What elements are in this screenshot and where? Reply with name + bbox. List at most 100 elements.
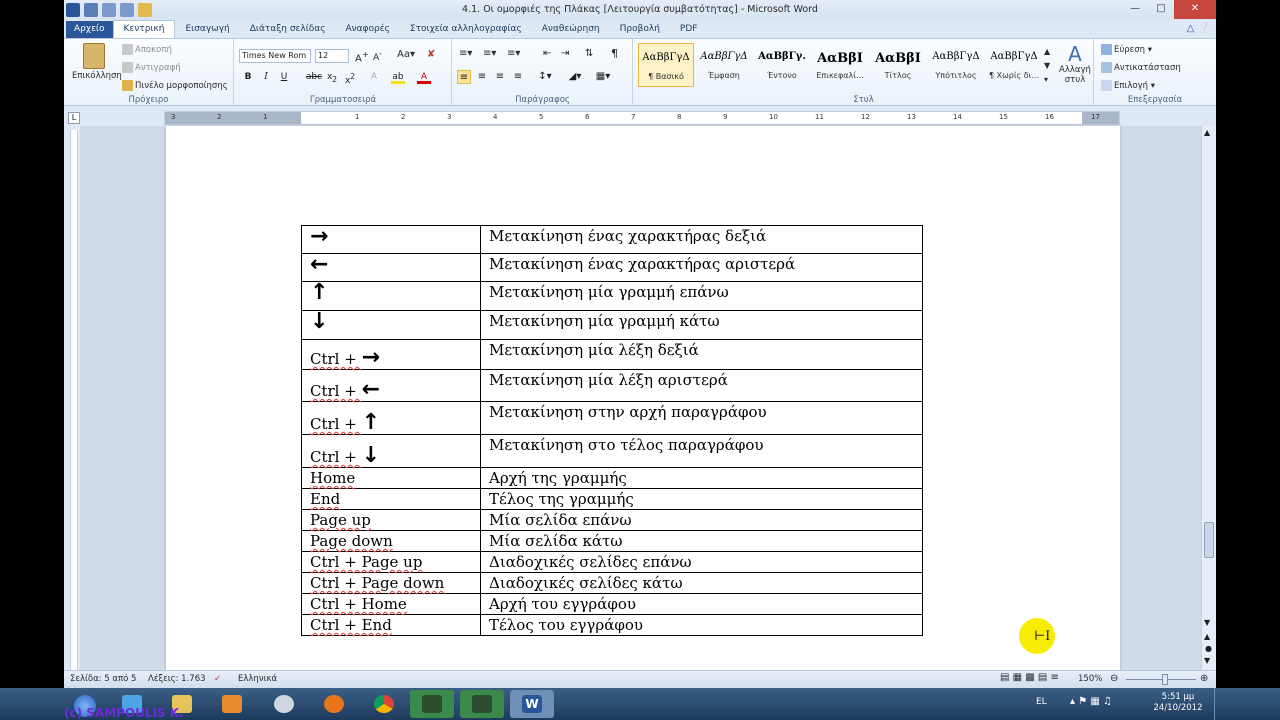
table-cell-key[interactable]: Ctrl + ↓ (301, 434, 481, 468)
table-cell-desc[interactable]: Μετακίνηση μία γραμμή επάνω (480, 281, 923, 311)
scroll-up-icon[interactable]: ▲ (1204, 128, 1210, 137)
style-heading[interactable]: ΑαΒβΙ Επικεφαλί... (812, 43, 868, 87)
word-count[interactable]: Λέξεις: 1.763 (148, 674, 206, 684)
tab-mailings[interactable]: Στοιχεία αλληλογραφίας (400, 21, 532, 38)
table-cell-desc[interactable]: Αρχή της γραμμής (480, 467, 923, 489)
text-effects-icon[interactable]: A (367, 70, 381, 84)
table-cell-key[interactable]: Ctrl + ← (301, 369, 481, 402)
style-normal[interactable]: ΑαΒβΓγΔ ¶ Βασικό (638, 43, 694, 87)
subscript-button[interactable]: x2 (325, 70, 339, 84)
bullets-icon[interactable]: ≡▾ (459, 48, 472, 59)
show-marks-icon[interactable]: ¶ (611, 47, 618, 60)
italic-button[interactable]: I (259, 70, 273, 84)
table-cell-key[interactable]: Home (301, 467, 481, 489)
clear-format-icon[interactable]: ✘ (427, 49, 435, 60)
taskbar-firefox[interactable] (312, 690, 356, 718)
browse-object-icon[interactable]: ● (1205, 644, 1212, 653)
next-page-icon[interactable]: ▼ (1204, 656, 1210, 665)
taskbar-recorder-2[interactable] (460, 690, 504, 718)
show-desktop-button[interactable] (1214, 688, 1226, 720)
tab-page-layout[interactable]: Διάταξη σελίδας (240, 21, 336, 38)
zoom-level[interactable]: 150% (1078, 674, 1102, 684)
borders-icon[interactable]: ▦▾ (593, 70, 613, 84)
superscript-button[interactable]: x2 (343, 70, 357, 86)
table-cell-key[interactable]: Ctrl + Home (301, 593, 481, 615)
table-cell-desc[interactable]: Μετακίνηση ένας χαρακτήρας αριστερά (480, 253, 923, 282)
align-left-icon[interactable]: ≡ (457, 70, 471, 84)
table-cell-key[interactable]: ← (301, 253, 481, 282)
grow-font-button[interactable]: A+ (355, 49, 369, 64)
page-count[interactable]: Σελίδα: 5 από 5 (70, 674, 136, 684)
table-cell-key[interactable]: Page up (301, 509, 481, 531)
document-page[interactable]: → Μετακίνηση ένας χαρακτήρας δεξιά ← Μετ… (166, 126, 1120, 670)
table-cell-desc[interactable]: Αρχή του εγγράφου (480, 593, 923, 615)
close-icon[interactable]: ✕ (1174, 0, 1216, 19)
horizontal-ruler[interactable]: 3 2 1 1 2 3 4 5 6 7 8 9 10 11 12 13 14 1… (164, 111, 1120, 125)
find-button[interactable]: Εύρεση ▾ (1101, 44, 1152, 55)
paste-button[interactable]: Επικόλληση (72, 43, 122, 81)
style-subtitle[interactable]: ΑαΒβΓγΔ Υπότιτλος (928, 43, 984, 87)
scroll-thumb[interactable] (1204, 522, 1214, 558)
zoom-slider[interactable] (1126, 679, 1196, 680)
sort-icon[interactable]: ⇅ (585, 48, 593, 59)
tab-review[interactable]: Αναθεώρηση (532, 21, 610, 38)
strikethrough-button[interactable]: abc (305, 70, 323, 84)
table-cell-desc[interactable]: Μία σελίδα επάνω (480, 509, 923, 531)
font-name-combo[interactable]: Times New Rom (239, 49, 311, 63)
help-icon[interactable]: △ ❔ (1187, 23, 1210, 34)
table-cell-desc[interactable]: Διαδοχικές σελίδες κάτω (480, 572, 923, 594)
tab-insert[interactable]: Εισαγωγή (175, 21, 239, 38)
replace-button[interactable]: Αντικατάσταση (1101, 62, 1181, 73)
table-cell-desc[interactable]: Τέλος του εγγράφου (480, 614, 923, 636)
vertical-ruler[interactable] (70, 130, 78, 670)
shading-icon[interactable]: ◢▾ (565, 70, 585, 84)
taskbar-media[interactable] (210, 690, 254, 718)
tab-home[interactable]: Κεντρική (112, 20, 176, 38)
increase-indent-icon[interactable]: ⇥ (561, 48, 569, 59)
table-cell-desc[interactable]: Τέλος της γραμμής (480, 488, 923, 510)
prev-page-icon[interactable]: ▲ (1204, 632, 1210, 641)
styles-scroll-icon[interactable]: ▲ ▼ ▾ (1044, 45, 1054, 87)
table-cell-desc[interactable]: Μετακίνηση στο τέλος παραγράφου (480, 434, 923, 468)
language-indicator[interactable]: Ελληνικά (238, 674, 277, 684)
shrink-font-button[interactable]: A- (373, 49, 382, 63)
view-buttons[interactable]: ▤ ▦ ▩ ▤ ≡ (1000, 672, 1059, 683)
table-cell-key[interactable]: ↑ (301, 281, 481, 311)
minimize-icon[interactable]: — (1122, 0, 1148, 19)
style-no-spacing[interactable]: ΑαΒβΓγΔ ¶ Χωρίς δι... (986, 43, 1042, 87)
table-cell-desc[interactable]: Διαδοχικές σελίδες επάνω (480, 551, 923, 573)
font-color-icon[interactable]: A (417, 70, 431, 84)
table-cell-key[interactable]: Ctrl + End (301, 614, 481, 636)
cut-button[interactable]: Αποκοπή (122, 44, 172, 55)
taskbar-word[interactable]: W (510, 690, 554, 718)
table-cell-desc[interactable]: Μετακίνηση μία λέξη αριστερά (480, 369, 923, 402)
table-cell-key[interactable]: Page down (301, 530, 481, 552)
table-cell-key[interactable]: ↓ (301, 310, 481, 340)
table-cell-desc[interactable]: Μετακίνηση μία λέξη δεξιά (480, 339, 923, 370)
table-cell-desc[interactable]: Μετακίνηση ένας χαρακτήρας δεξιά (480, 225, 923, 254)
tab-file[interactable]: Αρχείο (66, 21, 113, 38)
underline-button[interactable]: U (277, 70, 291, 84)
select-button[interactable]: Επιλογή ▾ (1101, 80, 1155, 91)
style-strong[interactable]: ΑαΒβΓγ. Έντονο (754, 43, 810, 87)
format-painter-button[interactable]: Πινέλο μορφοποίησης (122, 80, 228, 91)
multilevel-list-icon[interactable]: ≡▾ (507, 48, 520, 59)
line-spacing-icon[interactable]: ↕▾ (535, 70, 555, 84)
table-cell-desc[interactable]: Μετακίνηση στην αρχή παραγράφου (480, 401, 923, 435)
table-cell-key[interactable]: End (301, 488, 481, 510)
table-cell-desc[interactable]: Μία σελίδα κάτω (480, 530, 923, 552)
maximize-icon[interactable]: □ (1148, 0, 1174, 19)
table-cell-key[interactable]: Ctrl + ↑ (301, 401, 481, 435)
taskbar-chrome[interactable] (362, 690, 406, 718)
vertical-scrollbar[interactable]: ▲ ▼ ▲ ● ▼ (1201, 126, 1216, 670)
table-cell-desc[interactable]: Μετακίνηση μία γραμμή κάτω (480, 310, 923, 340)
style-title[interactable]: ΑαΒβΙ Τίτλος (870, 43, 926, 87)
tab-references[interactable]: Αναφορές (335, 21, 399, 38)
bold-button[interactable]: B (241, 70, 255, 84)
table-cell-key[interactable]: Ctrl + Page up (301, 551, 481, 573)
table-cell-key[interactable]: Ctrl + Page down (301, 572, 481, 594)
taskbar-hp[interactable] (262, 690, 306, 718)
style-emphasis[interactable]: ΑαΒβΓγΔ Έμφαση (696, 43, 752, 87)
align-center-icon[interactable]: ≡ (475, 70, 489, 84)
zoom-in-icon[interactable]: ⊕ (1200, 673, 1208, 684)
